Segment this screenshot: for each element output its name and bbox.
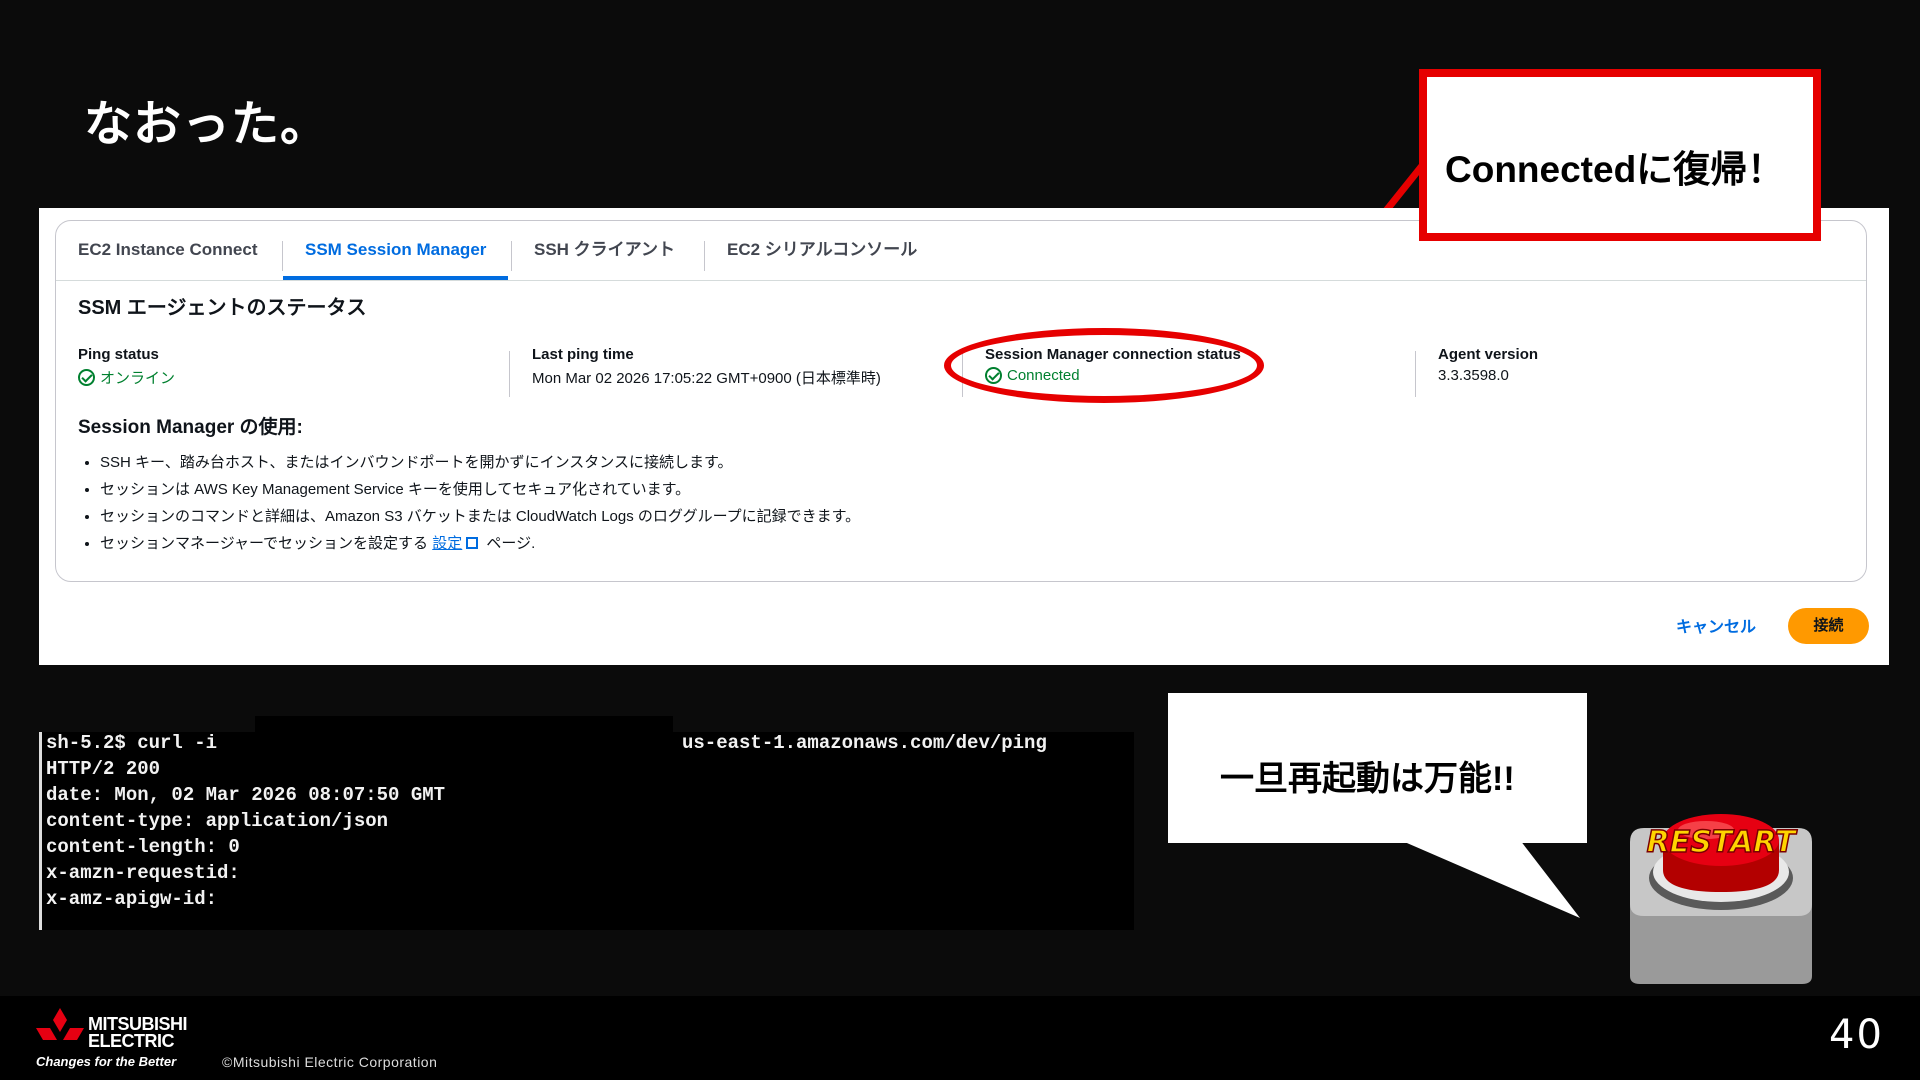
list-item-text: セッションマネージャーでセッションを設定する (100, 535, 429, 552)
settings-link[interactable]: 設定 (432, 535, 462, 552)
agent-version: Agent version 3.3.3598.0 (1438, 346, 1738, 384)
tab-ec2-instance-connect[interactable]: EC2 Instance Connect (56, 229, 280, 280)
copyright: ©Mitsubishi Electric Corporation (222, 1054, 438, 1070)
connect-button[interactable]: 接続 (1788, 608, 1869, 644)
callout-text: Connectedに復帰！ (1445, 149, 1785, 190)
usage-list: SSH キー、踏み台ホスト、またはインバウンドポートを開かずにインスタンスに接続… (100, 449, 860, 557)
terminal-line: date: Mon, 02 Mar 2026 08:07:50 GMT (46, 784, 446, 806)
terminal-line: HTTP/2 200 (46, 758, 161, 780)
connect-panel: EC2 Instance Connect SSM Session Manager… (39, 208, 1889, 665)
list-item-text: ページ. (486, 535, 536, 552)
terminal-line: content-length: 0 (46, 836, 240, 858)
tab-serial-console[interactable]: EC2 シリアルコンソール (705, 229, 939, 280)
ping-status: Ping status オンライン (78, 346, 498, 388)
terminal-line: x-amzn-requestid: (46, 862, 240, 884)
footer: MITSUBISHI ELECTRIC Changes for the Bett… (0, 996, 1920, 1080)
last-ping-value: Mon Mar 02 2026 17:05:22 GMT+0900 (日本標準時… (532, 370, 881, 387)
highlight-ellipse (944, 328, 1264, 403)
terminal-line: content-type: application/json (46, 810, 389, 832)
check-circle-icon (78, 369, 95, 386)
tab-ssm-session-manager[interactable]: SSM Session Manager (283, 229, 509, 280)
brand-tagline: Changes for the Better (36, 1054, 177, 1069)
cancel-button[interactable]: キャンセル (1666, 611, 1766, 645)
restart-button-illustration: RESTART (1630, 814, 1812, 984)
speech-bubble-tail (1400, 840, 1580, 918)
page-number: 40 (1829, 1012, 1884, 1058)
terminal-line: sh-5.2$ curl -i (46, 732, 218, 754)
speech-bubble-text: 一旦再起動は万能!! (1220, 760, 1515, 798)
terminal-output: sh-5.2$ curl -i us-east-1.amazonaws.com/… (39, 732, 1134, 930)
callout-box: Connectedに復帰！ (1419, 69, 1821, 241)
list-item: セッションは AWS Key Management Service キーを使用し… (100, 476, 860, 503)
speech-bubble: 一旦再起動は万能!! (1168, 693, 1587, 843)
list-item: SSH キー、踏み台ホスト、またはインバウンドポートを開かずにインスタンスに接続… (100, 449, 860, 476)
agent-version-label: Agent version (1438, 346, 1539, 363)
list-item: セッションのコマンドと詳細は、Amazon S3 バケットまたは CloudWa… (100, 503, 860, 530)
external-link-icon (466, 537, 479, 549)
mitsubishi-logo-icon (36, 1008, 84, 1040)
ping-status-text: オンライン (100, 370, 176, 387)
list-item: セッションマネージャーでセッションを設定する 設定 ページ. (100, 530, 860, 557)
ping-status-value: オンライン (78, 367, 498, 388)
last-ping-label: Last ping time (532, 346, 634, 363)
column-divider (1415, 351, 1416, 397)
agent-version-value: 3.3.3598.0 (1438, 367, 1509, 384)
brand-line2: ELECTRIC (88, 1031, 175, 1051)
restart-label: RESTART (1647, 825, 1798, 860)
column-divider (509, 351, 510, 397)
last-ping: Last ping time Mon Mar 02 2026 17:05:22 … (532, 346, 952, 388)
usage-title: Session Manager の使用: (78, 417, 303, 438)
brand-name: MITSUBISHI ELECTRIC (88, 1015, 188, 1051)
terminal-line-url: us-east-1.amazonaws.com/dev/ping (682, 732, 1047, 754)
slide-title: なおった。 (84, 96, 330, 152)
tab-ssh-client[interactable]: SSH クライアント (512, 229, 697, 280)
agent-status-title: SSM エージェントのステータス (78, 297, 367, 319)
ping-status-label: Ping status (78, 346, 159, 363)
connect-card: EC2 Instance Connect SSM Session Manager… (55, 220, 1867, 582)
terminal-line: x-amz-apigw-id: (46, 888, 218, 910)
